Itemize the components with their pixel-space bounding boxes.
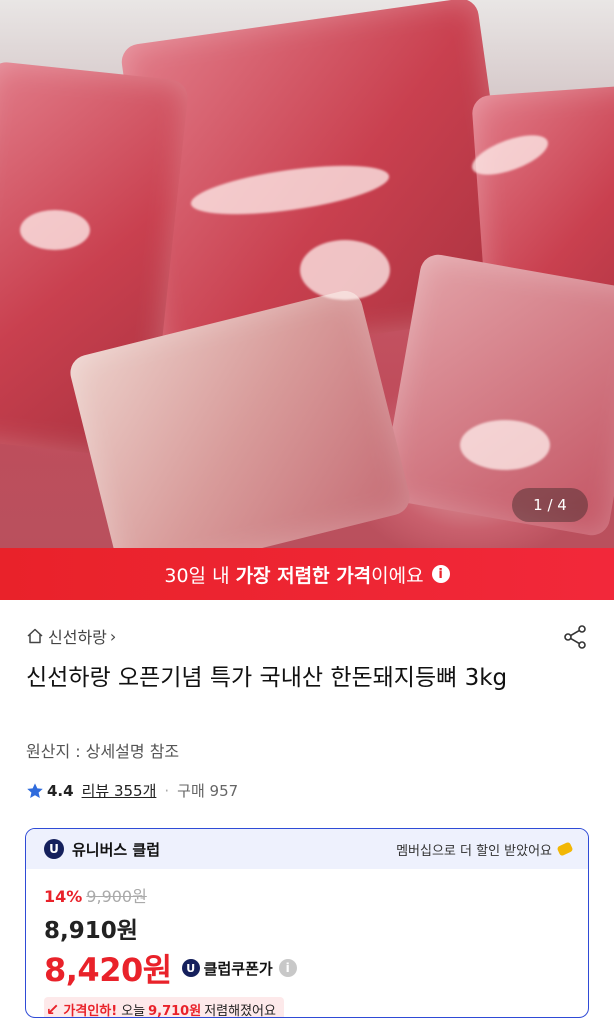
club-member-note: 멤버십으로 더 할인 받았어요: [396, 843, 552, 859]
store-link[interactable]: 신선하랑 ›: [26, 624, 116, 648]
club-coupon-price: 8,420원: [44, 951, 172, 989]
lowest-price-banner[interactable]: 30일 내 가장 저렴한 가격 이에요 i: [0, 548, 614, 600]
home-icon: [27, 628, 43, 644]
coupon-label-text: 클럽쿠폰가: [203, 959, 273, 978]
club-coupon-label[interactable]: U 클럽쿠폰가 i: [181, 958, 297, 979]
info-icon[interactable]: i: [431, 565, 450, 583]
banner-prefix: 30일 내: [164, 564, 230, 587]
help-icon[interactable]: i: [278, 959, 297, 977]
price-drop-suffix: 저렴해졌어요: [204, 1004, 276, 1018]
store-name: 신선하랑: [48, 628, 107, 647]
sale-price: 8,910원: [44, 918, 138, 944]
separator-dot: ·: [164, 781, 170, 800]
banner-suffix: 이에요: [371, 564, 424, 587]
club-name: 유니버스 클럽: [72, 840, 161, 859]
original-price: 9,900원: [86, 887, 147, 906]
coin-icon: [556, 841, 574, 857]
share-icon[interactable]: [562, 624, 588, 650]
star-icon: [27, 782, 43, 798]
rating-row[interactable]: 4.4 리뷰 355개 · 구매 957: [26, 780, 238, 801]
club-header: U 유니버스 클럽 멤버십으로 더 할인 받았어요: [26, 829, 588, 869]
product-origin: 원산지 : 상세설명 참조: [26, 742, 180, 761]
product-title: 신선하랑 오픈기념 특가 국내산 한돈돼지등뼈 3kg: [26, 665, 508, 691]
rating-score: 4.4: [47, 781, 74, 800]
image-page-indicator: 1 / 4: [512, 488, 588, 522]
discount-percent: 14%: [44, 887, 83, 906]
universe-club-badge-icon: U: [44, 839, 64, 859]
chevron-right-icon: ›: [109, 626, 117, 646]
arrow-down-icon: ↙: [46, 1000, 60, 1018]
universe-club-card[interactable]: U 유니버스 클럽 멤버십으로 더 할인 받았어요 14% 9,900원 8,9…: [25, 828, 589, 1018]
product-image[interactable]: 1 / 4: [0, 0, 614, 548]
banner-highlight: 가장 저렴한 가격: [235, 564, 372, 587]
purchase-count: 구매 957: [177, 782, 239, 800]
review-count-link[interactable]: 리뷰 355개: [82, 780, 157, 801]
price-drop-today: 오늘: [121, 1004, 146, 1018]
universe-club-badge-icon: U: [181, 959, 200, 977]
price-drop-notice: ↙ 가격인하! 오늘 9,710원 저렴해졌어요: [44, 997, 284, 1018]
price-drop-prefix: 가격인하!: [63, 1004, 118, 1018]
price-drop-amount: 9,710원: [148, 1004, 202, 1018]
